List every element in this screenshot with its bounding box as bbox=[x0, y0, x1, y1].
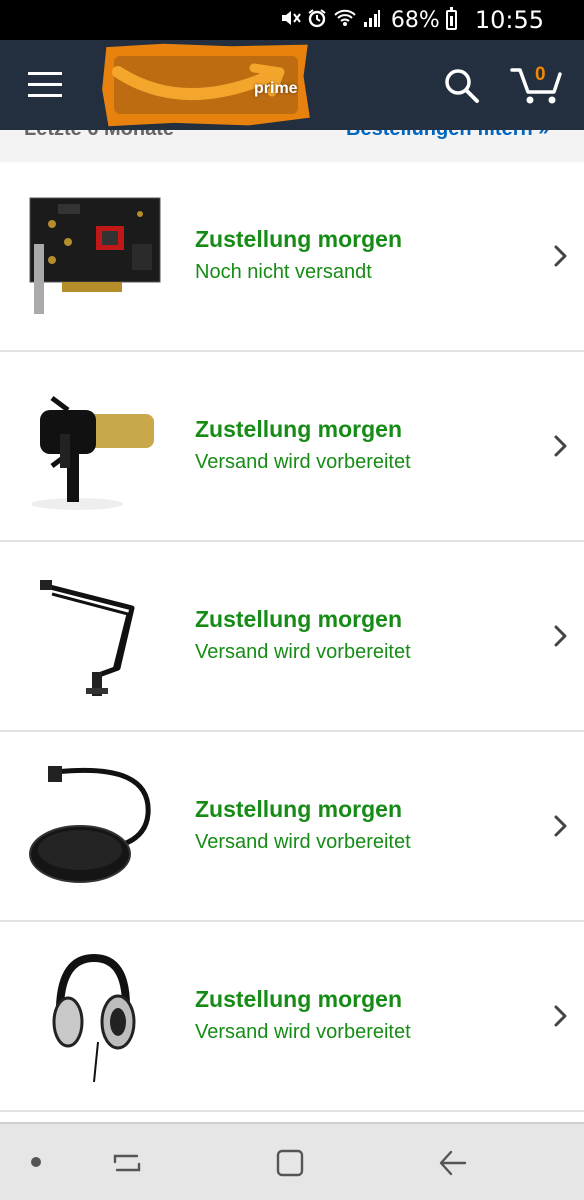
microphone-image bbox=[31, 396, 154, 510]
battery-percent: 68% bbox=[390, 7, 440, 33]
search-button[interactable] bbox=[444, 68, 480, 109]
home-button[interactable] bbox=[275, 1148, 305, 1183]
wifi-icon bbox=[333, 8, 357, 33]
recents-icon bbox=[113, 1154, 141, 1172]
microphone-arm-image bbox=[40, 580, 135, 696]
order-item[interactable]: Zustellung morgen Versand wird vorbereit… bbox=[0, 542, 584, 732]
order-status: Versand wird vorbereitet bbox=[195, 1021, 411, 1043]
status-time: 10:55 bbox=[474, 6, 544, 34]
hamburger-icon-line bbox=[28, 72, 62, 75]
order-status: Versand wird vorbereitet bbox=[195, 451, 411, 473]
battery-icon bbox=[445, 7, 457, 30]
hamburger-icon-line bbox=[28, 94, 62, 97]
recents-button[interactable] bbox=[112, 1148, 142, 1183]
back-icon bbox=[439, 1150, 467, 1176]
menu-button[interactable] bbox=[28, 72, 62, 98]
signal-icon bbox=[363, 8, 381, 33]
home-icon bbox=[276, 1149, 304, 1177]
cart-count: 0 bbox=[535, 64, 546, 85]
filter-bar: Letzte 6 Monate Bestellungen filtern » bbox=[0, 130, 584, 162]
order-list: Zustellung morgen Noch nicht versandt Zu… bbox=[0, 162, 584, 1112]
period-selector[interactable]: Letzte 6 Monate bbox=[24, 130, 174, 141]
order-item[interactable]: Zustellung morgen Noch nicht versandt bbox=[0, 162, 584, 352]
order-title: Zustellung morgen bbox=[195, 416, 402, 442]
order-item[interactable]: Zustellung morgen Versand wird vorbereit… bbox=[0, 352, 584, 542]
filter-orders-link[interactable]: Bestellungen filtern » bbox=[346, 130, 549, 141]
back-button[interactable] bbox=[437, 1148, 467, 1183]
pop-filter-image bbox=[29, 766, 151, 883]
search-icon bbox=[445, 69, 479, 103]
order-title: Zustellung morgen bbox=[195, 986, 402, 1012]
chevron-right-icon bbox=[554, 815, 567, 837]
sound-card-image bbox=[29, 197, 161, 314]
chevron-right-icon bbox=[554, 245, 567, 267]
status-icons: 68% 10:55 bbox=[279, 6, 544, 34]
prime-label: prime bbox=[254, 80, 298, 97]
nav-indicator-dot bbox=[31, 1157, 41, 1167]
order-title: Zustellung morgen bbox=[195, 226, 402, 252]
order-item[interactable]: Zustellung morgen Versand wird vorbereit… bbox=[0, 922, 584, 1112]
order-status: Versand wird vorbereitet bbox=[195, 641, 411, 663]
order-status: Noch nicht versandt bbox=[195, 261, 372, 283]
alarm-icon bbox=[307, 8, 327, 33]
mute-icon bbox=[279, 8, 301, 33]
hamburger-icon-line bbox=[28, 83, 62, 86]
order-title: Zustellung morgen bbox=[195, 796, 402, 822]
chevron-right-icon bbox=[554, 435, 567, 457]
order-status: Versand wird vorbereitet bbox=[195, 831, 411, 853]
headphones-image bbox=[52, 953, 136, 1083]
system-nav-bar bbox=[0, 1122, 584, 1200]
order-item[interactable]: Zustellung morgen Versand wird vorbereit… bbox=[0, 732, 584, 922]
order-title: Zustellung morgen bbox=[195, 606, 402, 632]
chevron-right-icon bbox=[554, 1005, 567, 1027]
chevron-right-icon bbox=[554, 625, 567, 647]
status-bar: 68% 10:55 bbox=[0, 0, 584, 40]
